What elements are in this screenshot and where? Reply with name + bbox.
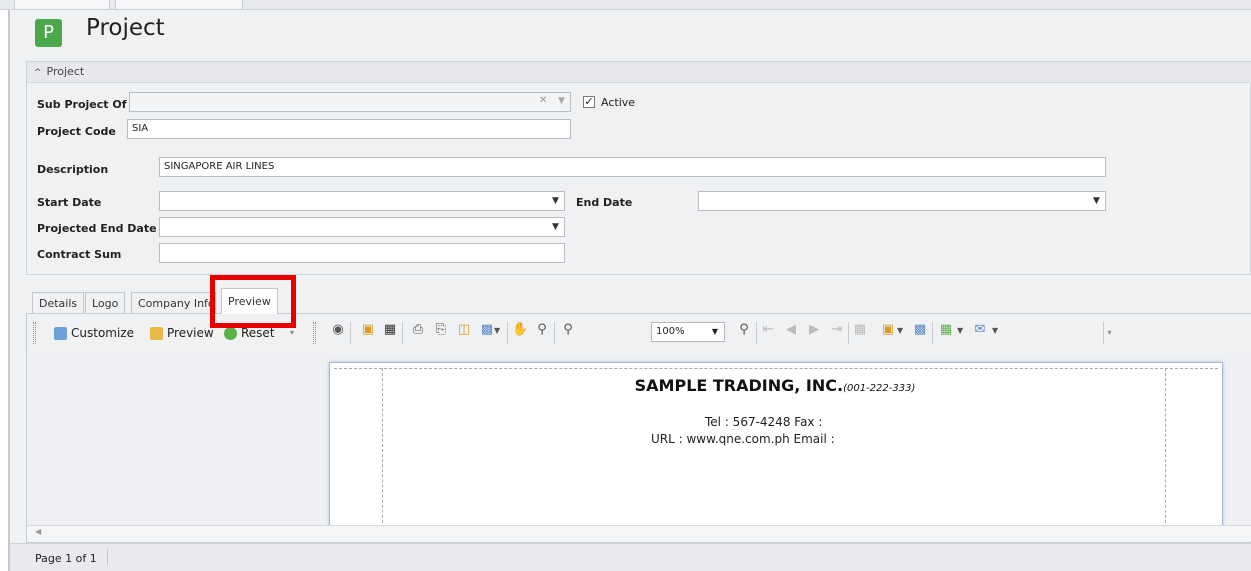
watermark-icon[interactable]: ▩ — [912, 322, 928, 337]
first-page-icon[interactable]: ⇤ — [760, 322, 776, 337]
page-margin-line — [334, 368, 1218, 369]
print-icon[interactable]: ⎙ — [410, 322, 426, 337]
hand-tool-icon[interactable]: ✋ — [512, 322, 528, 337]
group-header[interactable] — [27, 62, 1251, 83]
url-email-line: URL : www.qne.com.ph Email : — [651, 432, 835, 446]
multiple-pages-icon[interactable]: ▦ — [852, 322, 868, 337]
export-icon[interactable]: ▦ — [938, 322, 954, 337]
status-bar — [10, 543, 1251, 571]
page-info: Page 1 of 1 — [35, 552, 97, 565]
page-setup-icon[interactable]: ◫ — [456, 322, 472, 337]
chevron-down-icon[interactable]: ▼ — [552, 196, 559, 206]
toolbar-separator — [756, 322, 757, 344]
document-tab[interactable] — [115, 0, 243, 10]
quick-print-icon[interactable]: ⎘ — [433, 322, 449, 337]
toolbar-overflow-icon[interactable]: ▾ — [1103, 322, 1115, 344]
project-code-input[interactable]: SIA — [127, 119, 571, 139]
previous-page-icon[interactable]: ◀ — [783, 322, 799, 337]
zoom-in-icon[interactable]: ⚲ — [736, 322, 752, 337]
sub-project-field[interactable] — [129, 92, 571, 112]
chevron-down-icon[interactable]: ▼ — [552, 222, 559, 232]
contract-sum-label: Contract Sum — [37, 248, 122, 261]
active-label: Active — [601, 96, 636, 109]
toolbar-separator — [350, 322, 351, 344]
toolbar-separator — [554, 322, 555, 344]
customize-icon — [54, 326, 67, 340]
group-title[interactable]: ^ Project — [34, 65, 84, 78]
open-icon[interactable]: ▣ — [360, 322, 376, 337]
reset-label: Reset — [241, 326, 275, 340]
customize-label: Customize — [71, 326, 134, 340]
company-registration: (001-222-333) — [843, 383, 916, 394]
page-title: Project — [86, 15, 165, 41]
contract-sum-input[interactable] — [159, 243, 565, 263]
project-logo-icon: P — [35, 19, 62, 47]
clipboard-icon — [150, 326, 163, 340]
chevron-down-icon[interactable]: ▼ — [1093, 196, 1100, 206]
toolbar-separator — [932, 322, 933, 344]
zoom-select[interactable]: 100% ▼ — [651, 322, 725, 342]
projected-end-date-input[interactable] — [159, 217, 565, 237]
chevron-down-icon[interactable]: ▼ — [494, 326, 500, 335]
background-color-icon[interactable]: ▣ — [880, 322, 896, 337]
customize-button[interactable]: Customize — [54, 323, 134, 343]
zoom-value: 100% — [656, 326, 685, 337]
last-page-icon[interactable]: ⇥ — [829, 322, 845, 337]
description-input[interactable]: SINGAPORE AIR LINES — [159, 157, 1106, 177]
chevron-down-icon[interactable]: ▼ — [992, 326, 998, 335]
tab-company-info[interactable]: Company Info — [131, 292, 216, 314]
chevron-down-icon[interactable]: ▼ — [897, 326, 903, 335]
chevron-down-icon[interactable]: ▼ — [558, 96, 565, 106]
scroll-left-icon[interactable]: ◀ — [35, 527, 41, 536]
status-separator — [107, 549, 108, 565]
horizontal-scrollbar[interactable]: ◀ — [27, 525, 1251, 541]
toolbar-grip[interactable] — [33, 322, 36, 344]
tab-details[interactable]: Details — [32, 292, 85, 314]
find-icon[interactable]: ◉ — [330, 322, 346, 337]
project-code-label: Project Code — [37, 125, 116, 138]
end-date-input[interactable] — [698, 191, 1106, 211]
preview-label: Preview — [167, 326, 214, 340]
clear-icon[interactable]: ✕ — [539, 95, 547, 106]
save-icon[interactable]: ▦ — [382, 322, 398, 337]
description-label: Description — [37, 163, 109, 176]
company-name-text: SAMPLE TRADING, INC. — [634, 376, 844, 395]
toolbar-separator — [848, 322, 849, 344]
group-title-text: Project — [46, 65, 85, 78]
document-tab[interactable] — [14, 0, 110, 10]
toolbar-grip[interactable] — [313, 322, 316, 344]
end-date-label: End Date — [576, 196, 633, 209]
toolbar-separator — [507, 322, 508, 344]
zoom-out-icon[interactable]: ⚲ — [560, 322, 576, 337]
company-name: SAMPLE TRADING, INC.(001-222-333) — [380, 376, 1170, 395]
start-date-input[interactable] — [159, 191, 565, 211]
chevron-down-icon[interactable]: ▼ — [712, 327, 718, 336]
chevron-up-icon[interactable]: ^ — [34, 68, 42, 78]
highlight-box — [210, 275, 296, 328]
preview-button[interactable]: Preview — [150, 323, 214, 343]
chevron-down-icon[interactable]: ▼ — [957, 326, 963, 335]
scale-icon[interactable]: ▩ — [479, 322, 495, 337]
start-date-label: Start Date — [37, 196, 102, 209]
magnifier-icon[interactable]: ⚲ — [534, 322, 550, 337]
email-icon[interactable]: ✉ — [972, 322, 988, 337]
refresh-icon — [224, 326, 237, 340]
toolbar-separator — [402, 322, 403, 344]
projected-end-date-label: Projected End Date — [37, 222, 157, 235]
tab-logo[interactable]: Logo — [85, 292, 126, 314]
active-checkbox[interactable]: ✓ — [583, 96, 595, 108]
next-page-icon[interactable]: ▶ — [806, 322, 822, 337]
sub-project-label: Sub Project Of — [37, 98, 127, 111]
tel-fax-line: Tel : 567-4248 Fax : — [705, 415, 823, 429]
